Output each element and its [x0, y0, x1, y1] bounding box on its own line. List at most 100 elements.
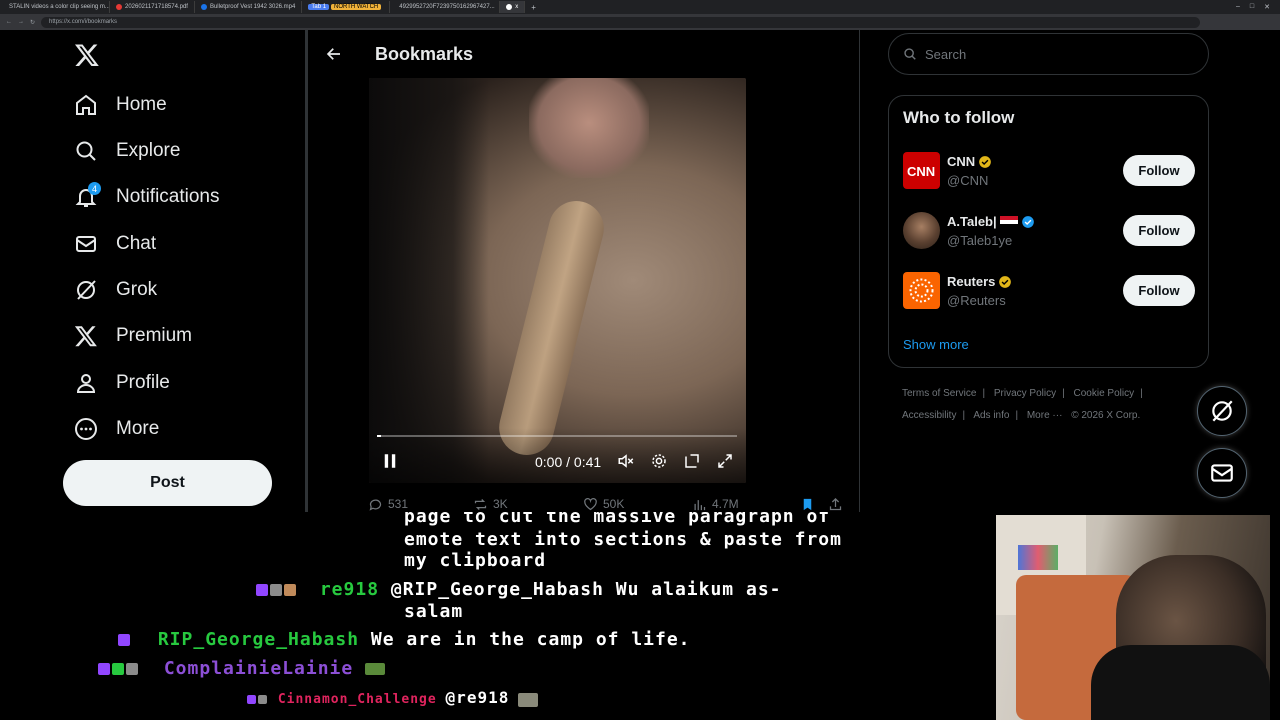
webcam-monitor	[1018, 545, 1058, 570]
chat-line: RIP_George_Habash We are in the camp of …	[118, 629, 691, 650]
avatar[interactable]	[903, 272, 940, 309]
tab-group-chip[interactable]: Tab 1	[308, 4, 330, 10]
more-circle-icon	[75, 418, 97, 440]
account-name[interactable]: Reuters	[947, 274, 995, 289]
post-actions: 531 3K 50K 4.7M	[368, 496, 848, 512]
emote-badge-icon	[258, 695, 267, 704]
fullscreen-icon[interactable]	[716, 452, 734, 470]
x-favicon-icon	[506, 4, 513, 10]
pepe-emote-icon	[365, 663, 386, 675]
video-player[interactable]: 0:00 / 0:41	[369, 78, 746, 483]
video-progress-bar[interactable]	[377, 435, 737, 437]
address-bar[interactable]: https://x.com/i/bookmarks	[41, 16, 1200, 28]
close-icon[interactable]: ✕	[1264, 3, 1270, 11]
browser-tab[interactable]: 4929952720F7239750162967427...	[390, 1, 501, 13]
chat-username[interactable]: ComplainieLainie	[164, 658, 353, 679]
nav-explore[interactable]: Explore	[74, 136, 180, 166]
follow-suggestion[interactable]: CNN CNN @CNN Follow	[903, 152, 1195, 192]
follow-button[interactable]: Follow	[1123, 155, 1195, 186]
footer-link[interactable]: Terms of Service	[902, 388, 976, 399]
browser-tab[interactable]: Tab 1 NORTH WATCH	[302, 1, 391, 13]
avatar[interactable]: CNN	[903, 152, 940, 189]
footer-link[interactable]: Ads info	[973, 410, 1009, 421]
share-button[interactable]	[828, 497, 843, 512]
nav-label: Profile	[116, 372, 170, 393]
heart-icon	[584, 497, 597, 510]
x-app: Home Explore 4 Notifications Chat Grok P…	[8, 30, 1272, 512]
post-button[interactable]: Post	[63, 460, 272, 506]
right-sidebar: Search Who to follow CNN CNN @CNN Follow…	[888, 30, 1272, 512]
analytics-icon	[694, 499, 706, 510]
person-icon	[76, 374, 96, 393]
nav-label: Home	[116, 94, 167, 115]
views-button[interactable]: 4.7M	[692, 497, 739, 512]
tab-title: Bulletproof Vest 1942 3026.mp4	[209, 4, 296, 10]
bookmark-button[interactable]	[800, 497, 815, 512]
settings-gear-icon[interactable]	[650, 452, 668, 470]
chat-username[interactable]: Cinnamon_Challenge	[278, 692, 437, 707]
verified-blue-icon	[1021, 215, 1034, 228]
repost-button[interactable]: 3K	[473, 497, 508, 512]
video-hand	[529, 78, 649, 178]
maximize-icon[interactable]: □	[1250, 3, 1254, 11]
browser-toolbar: ← → ↻ https://x.com/i/bookmarks	[0, 14, 1280, 30]
browser-tabbar: STALIN videos a color clip seeing m... 2…	[0, 0, 1280, 14]
browser-tab[interactable]: STALIN videos a color clip seeing m...	[0, 1, 110, 13]
chat-message: salam	[404, 601, 464, 622]
show-more-link[interactable]: Show more	[903, 337, 969, 352]
search-input[interactable]: Search	[888, 33, 1209, 75]
notification-count-badge: 4	[88, 182, 101, 195]
follow-button[interactable]: Follow	[1123, 275, 1195, 306]
footer-separator: |	[962, 410, 966, 421]
chat-username[interactable]: re918	[320, 579, 379, 600]
new-tab-button[interactable]: +	[525, 3, 542, 12]
account-name[interactable]: A.Taleb|	[947, 214, 997, 229]
mute-icon[interactable]	[617, 452, 635, 470]
account-name[interactable]: CNN	[947, 154, 975, 169]
emote-badge-icon	[126, 663, 138, 675]
back-icon[interactable]: ←	[6, 19, 12, 25]
nav-profile[interactable]: Profile	[74, 368, 170, 398]
browser-tab-active[interactable]: x	[500, 1, 526, 13]
nav-chat[interactable]: Chat	[74, 229, 156, 259]
nav-premium[interactable]: Premium	[74, 321, 192, 351]
panel-title: Who to follow	[903, 108, 1015, 127]
pause-icon[interactable]	[381, 452, 399, 470]
back-button[interactable]	[316, 36, 352, 72]
browser-tab[interactable]: Bulletproof Vest 1942 3026.mp4	[195, 1, 303, 13]
follow-suggestion[interactable]: Reuters @Reuters Follow	[903, 272, 1195, 312]
footer-link[interactable]: Privacy Policy	[994, 388, 1056, 399]
reply-button[interactable]: 531	[368, 497, 408, 512]
minimize-icon[interactable]: –	[1236, 3, 1240, 11]
twitch-badge-icon	[256, 584, 268, 596]
twitch-badge-icon	[118, 634, 130, 646]
messages-fab-button[interactable]	[1197, 448, 1247, 498]
timeline-header: Bookmarks	[308, 30, 859, 78]
tab-group-chip[interactable]: NORTH WATCH	[331, 4, 382, 10]
footer-link[interactable]: Accessibility	[902, 410, 956, 421]
follow-button[interactable]: Follow	[1123, 215, 1195, 246]
forward-icon[interactable]: →	[18, 19, 24, 25]
stream-chat-overlay: page to cut the massive paragraph of emo…	[0, 512, 994, 720]
grok-fab-button[interactable]	[1197, 386, 1247, 436]
nav-home[interactable]: Home	[74, 90, 167, 120]
footer-separator: |	[1015, 410, 1019, 421]
x-logo-icon	[74, 326, 97, 347]
avatar[interactable]	[903, 212, 940, 249]
browser-tab[interactable]: 2026021171718574.pdf	[110, 1, 195, 13]
nav-label: More	[116, 418, 160, 439]
file-icon	[200, 4, 207, 10]
nav-notifications[interactable]: 4 Notifications	[74, 182, 220, 212]
reload-icon[interactable]: ↻	[30, 19, 35, 26]
nav-more[interactable]: More	[74, 414, 159, 444]
footer-link[interactable]: More ···	[1027, 410, 1063, 421]
picture-in-picture-icon[interactable]	[683, 452, 701, 470]
x-logo-icon[interactable]	[74, 42, 100, 68]
footer-link[interactable]: Cookie Policy	[1074, 388, 1135, 399]
like-button[interactable]: 50K	[583, 497, 624, 512]
copyright: © 2026 X Corp.	[1071, 410, 1141, 421]
nav-grok[interactable]: Grok	[74, 275, 157, 305]
chat-username[interactable]: RIP_George_Habash	[158, 629, 359, 650]
follow-suggestion[interactable]: A.Taleb| @Taleb1ye Follow	[903, 212, 1195, 252]
verified-gold-icon	[979, 155, 992, 168]
